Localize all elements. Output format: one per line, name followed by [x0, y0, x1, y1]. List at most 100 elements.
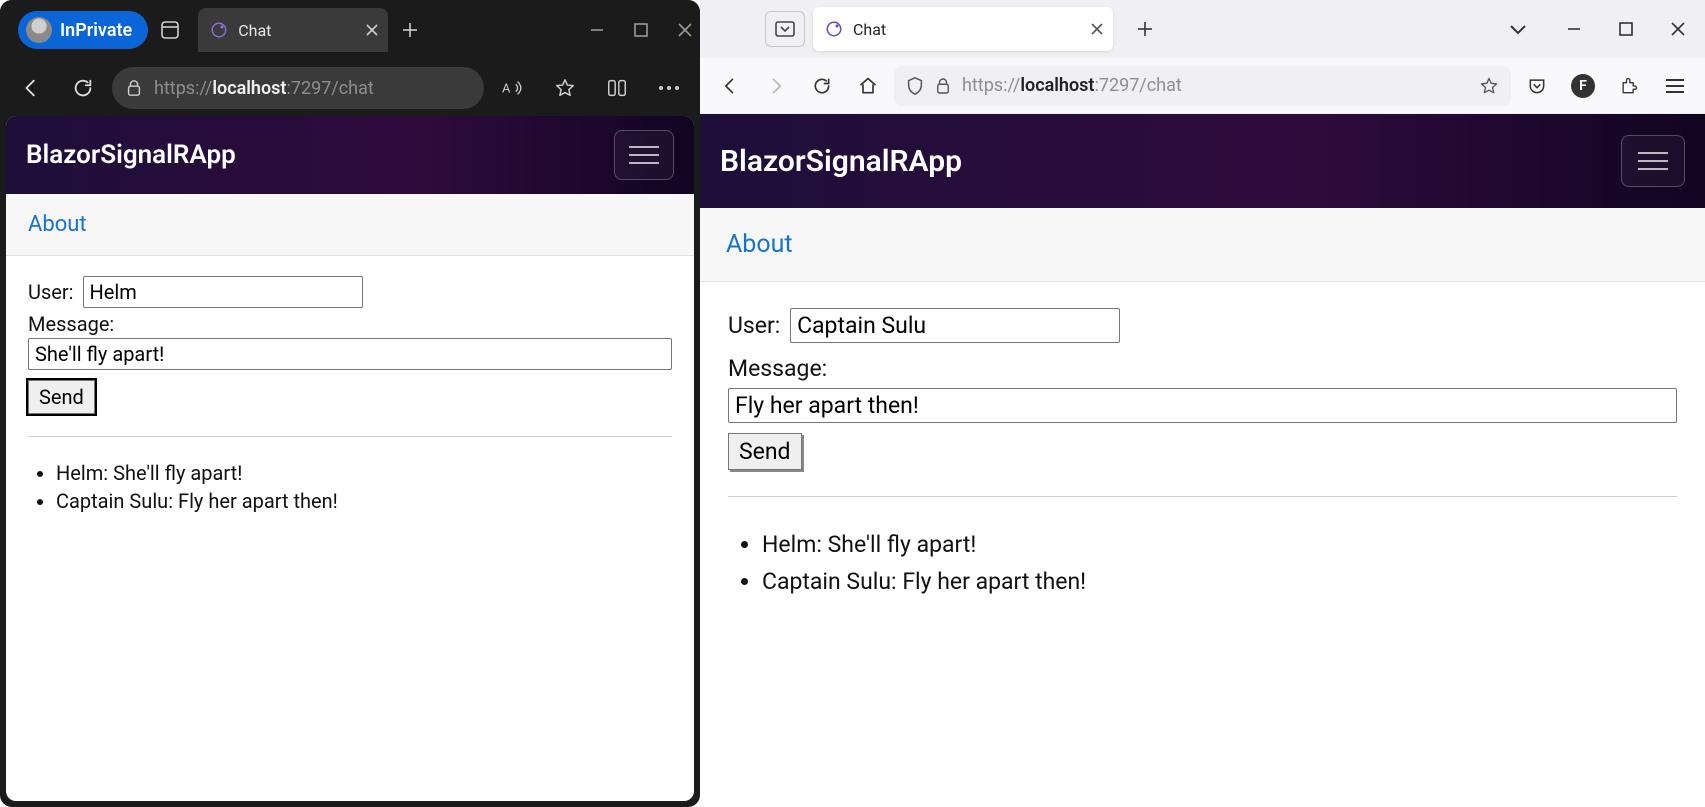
close-window-button[interactable] [678, 23, 692, 37]
app-title: BlazorSignalRApp [720, 144, 962, 179]
back-arrow-icon [720, 76, 740, 96]
tab-actions-icon [160, 20, 180, 40]
maximize-button[interactable] [634, 23, 648, 37]
new-tab-button[interactable] [1123, 7, 1167, 51]
inprivate-badge[interactable]: InPrivate [18, 11, 148, 49]
send-button[interactable]: Send [728, 433, 802, 470]
hamburger-icon [1665, 78, 1685, 94]
edge-nav-toolbar: https://localhost:7297/chat A [0, 60, 700, 116]
refresh-button[interactable] [802, 66, 842, 106]
browser-tab[interactable]: Chat [198, 8, 388, 52]
chevron-down-icon [1509, 23, 1527, 35]
minimize-icon [590, 23, 604, 37]
tabs-dropdown-button[interactable] [1509, 23, 1527, 35]
user-input[interactable] [83, 276, 363, 308]
new-tab-button[interactable] [388, 8, 432, 52]
plus-icon [402, 22, 418, 38]
split-screen-button[interactable] [594, 65, 640, 111]
nav-toggle-button[interactable] [1621, 135, 1685, 187]
profile-button[interactable]: F [1563, 66, 1603, 106]
settings-menu-button[interactable] [646, 65, 692, 111]
user-label: User: [728, 312, 780, 339]
chat-form: User: Message: Send [6, 256, 694, 422]
star-icon [554, 77, 576, 99]
lock-icon [936, 77, 950, 95]
message-item: Captain Sulu: Fly her apart then! [762, 568, 1677, 595]
ff-nav-toolbar: https://localhost:7297/chat F [700, 58, 1705, 114]
recent-browsing-icon [775, 21, 795, 37]
address-bar[interactable]: https://localhost:7297/chat [894, 66, 1511, 106]
message-item: Helm: She'll fly apart! [762, 531, 1677, 558]
favorite-button[interactable] [542, 65, 588, 111]
back-button[interactable] [8, 65, 54, 111]
tab-close-button[interactable] [1091, 23, 1103, 35]
minimize-icon [1567, 22, 1581, 36]
bookmark-button[interactable] [1479, 76, 1499, 96]
close-icon [1091, 23, 1103, 35]
app-menu-button[interactable] [1655, 66, 1695, 106]
back-arrow-icon [20, 77, 42, 99]
url-text: https://localhost:7297/chat [962, 75, 1182, 96]
blazor-icon [210, 21, 228, 39]
app-viewport-left: BlazorSignalRApp About User: Message: Se… [6, 116, 694, 801]
address-bar[interactable]: https://localhost:7297/chat [112, 67, 484, 109]
app-title: BlazorSignalRApp [26, 140, 236, 170]
nav-toggle-button[interactable] [614, 130, 674, 180]
ff-toolbar-icons: F [1517, 66, 1695, 106]
about-link[interactable]: About [28, 212, 87, 237]
maximize-icon [634, 23, 648, 37]
hamburger-icon [1638, 152, 1668, 154]
tab-title: Chat [238, 21, 271, 40]
forward-arrow-icon [766, 76, 786, 96]
chat-form: User: Message: Send [700, 282, 1705, 478]
profile-avatar-icon [26, 17, 52, 43]
message-list: Helm: She'll fly apart! Captain Sulu: Fl… [28, 457, 672, 517]
firefox-window: Chat [700, 0, 1705, 807]
star-icon [1479, 76, 1499, 96]
tab-actions-button[interactable] [148, 8, 192, 52]
back-button[interactable] [710, 66, 750, 106]
home-icon [858, 76, 878, 96]
message-row: Message: [28, 312, 672, 370]
refresh-button[interactable] [60, 65, 106, 111]
user-input[interactable] [790, 308, 1120, 343]
about-link[interactable]: About [726, 230, 793, 259]
send-button[interactable]: Send [28, 380, 95, 414]
close-icon [678, 23, 692, 37]
message-label: Message: [728, 355, 1673, 382]
extension-icon [1619, 76, 1639, 96]
message-item: Captain Sulu: Fly her apart then! [56, 489, 672, 513]
forward-button[interactable] [756, 66, 796, 106]
about-bar: About [6, 194, 694, 256]
app-navbar: BlazorSignalRApp [6, 116, 694, 194]
refresh-icon [812, 76, 832, 96]
minimize-button[interactable] [1567, 22, 1581, 36]
url-text: https://localhost:7297/chat [154, 78, 374, 99]
app-navbar: BlazorSignalRApp [700, 114, 1705, 208]
message-input[interactable] [728, 388, 1677, 423]
shield-icon [906, 76, 924, 96]
maximize-icon [1619, 22, 1633, 36]
message-list: Helm: She'll fly apart! Captain Sulu: Fl… [728, 527, 1677, 599]
close-icon [1671, 22, 1685, 36]
about-bar: About [700, 208, 1705, 282]
divider [28, 436, 672, 437]
read-aloud-button[interactable]: A [490, 65, 536, 111]
more-icon [658, 85, 680, 91]
window-controls [1567, 22, 1685, 36]
close-window-button[interactable] [1671, 22, 1685, 36]
message-input[interactable] [28, 338, 672, 370]
recent-browsing-button[interactable] [765, 11, 805, 47]
blazor-icon [825, 20, 843, 38]
tab-title: Chat [853, 20, 886, 39]
tab-close-button[interactable] [366, 24, 378, 36]
app-viewport-right: BlazorSignalRApp About User: Message: Se… [700, 114, 1705, 807]
minimize-button[interactable] [590, 23, 604, 37]
user-row: User: [728, 308, 1677, 343]
browser-tab[interactable]: Chat [813, 7, 1113, 51]
extensions-button[interactable] [1609, 66, 1649, 106]
inprivate-label: InPrivate [60, 20, 132, 41]
home-button[interactable] [848, 66, 888, 106]
pocket-button[interactable] [1517, 66, 1557, 106]
maximize-button[interactable] [1619, 22, 1633, 36]
